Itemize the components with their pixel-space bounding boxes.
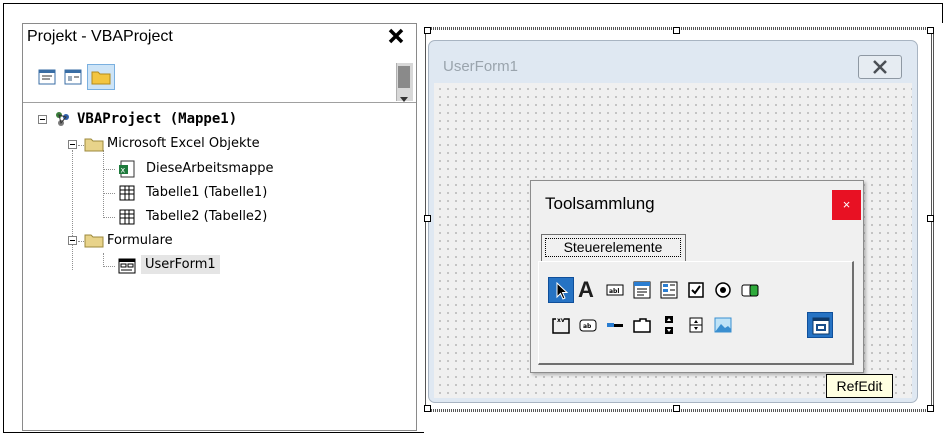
userform-close-button[interactable] bbox=[858, 55, 902, 79]
pointer-icon bbox=[556, 281, 569, 300]
scrollbar-thumb[interactable] bbox=[398, 66, 410, 88]
label-tool[interactable]: A bbox=[575, 277, 601, 303]
image-icon bbox=[714, 317, 732, 333]
project-explorer-title: Projekt - VBAProject bbox=[27, 28, 173, 45]
textbox-icon: abl bbox=[606, 284, 624, 296]
close-icon bbox=[388, 28, 404, 44]
checkbox-icon bbox=[688, 282, 704, 298]
toggle-folders-button[interactable] bbox=[87, 64, 115, 90]
tree-item-tabelle2[interactable]: Tabelle2 (Tabelle2) bbox=[146, 209, 267, 224]
tree-root-label[interactable]: VBAProject (Mappe1) bbox=[77, 111, 237, 127]
tab-label: Steuerelemente bbox=[545, 238, 681, 257]
workbook-icon: x bbox=[118, 160, 136, 178]
project-explorer-close-button[interactable] bbox=[383, 26, 409, 52]
combobox-tool[interactable] bbox=[629, 277, 655, 303]
togglebutton-tool[interactable] bbox=[737, 277, 763, 303]
multipage-icon bbox=[633, 318, 651, 333]
tree-item-userform1[interactable]: UserForm1 bbox=[141, 255, 220, 274]
tree-folder-excel-objects[interactable]: Microsoft Excel Objekte bbox=[107, 136, 260, 151]
userform-title: UserForm1 bbox=[443, 58, 519, 75]
frame-tool[interactable]: xv bbox=[548, 312, 574, 338]
tabstrip-icon bbox=[607, 323, 623, 327]
combobox-icon bbox=[633, 281, 651, 299]
tree-line bbox=[72, 150, 73, 270]
toolbar-separator bbox=[23, 102, 416, 103]
frame-icon: xv bbox=[552, 317, 570, 334]
togglebutton-icon bbox=[741, 284, 759, 297]
view-code-icon bbox=[38, 69, 56, 85]
spinbutton-tool[interactable] bbox=[683, 312, 709, 338]
toolbox-close-button[interactable]: × bbox=[832, 190, 861, 220]
refedit-tool[interactable] bbox=[807, 312, 833, 338]
refedit-icon bbox=[812, 317, 830, 335]
resize-handle[interactable] bbox=[424, 215, 431, 222]
close-icon: × bbox=[842, 197, 851, 212]
listbox-icon bbox=[660, 281, 678, 299]
listbox-tool[interactable] bbox=[656, 277, 682, 303]
tree-collapse-toggle[interactable] bbox=[38, 115, 47, 124]
tree-item-diesearbeitsmappe[interactable]: DieseArbeitsmappe bbox=[146, 161, 274, 176]
resize-handle[interactable] bbox=[927, 27, 934, 34]
view-code-button[interactable] bbox=[37, 67, 57, 87]
svg-text:abl: abl bbox=[609, 288, 619, 295]
svg-text:x: x bbox=[121, 166, 126, 175]
image-tool[interactable] bbox=[710, 312, 736, 338]
folder-icon bbox=[84, 136, 104, 152]
label-icon: A bbox=[578, 277, 594, 302]
multipage-tool[interactable] bbox=[629, 312, 655, 338]
scroll-down-arrow-icon[interactable] bbox=[398, 90, 410, 102]
spinbutton-icon bbox=[689, 317, 703, 333]
resize-handle[interactable] bbox=[927, 405, 934, 412]
view-object-icon bbox=[64, 69, 82, 85]
folder-icon bbox=[91, 71, 111, 85]
resize-handle[interactable] bbox=[673, 405, 680, 412]
userform-icon bbox=[118, 257, 136, 275]
tree-folder-formulare[interactable]: Formulare bbox=[107, 233, 173, 248]
folder-icon bbox=[84, 232, 104, 248]
svg-text:ab: ab bbox=[583, 323, 592, 330]
resize-handle[interactable] bbox=[927, 215, 934, 222]
pointer-tool[interactable] bbox=[548, 277, 574, 303]
worksheet-icon bbox=[118, 184, 136, 202]
tree-item-tabelle1[interactable]: Tabelle1 (Tabelle1) bbox=[146, 185, 267, 200]
worksheet-icon bbox=[118, 208, 136, 226]
commandbutton-icon: ab bbox=[579, 319, 597, 332]
checkbox-tool[interactable] bbox=[683, 277, 709, 303]
tree-collapse-toggle[interactable] bbox=[68, 140, 77, 149]
resize-handle[interactable] bbox=[424, 405, 431, 412]
close-icon bbox=[873, 60, 887, 74]
tabstrip-tool[interactable] bbox=[602, 312, 628, 338]
optionbutton-icon bbox=[715, 282, 731, 298]
textbox-tool[interactable]: abl bbox=[602, 277, 628, 303]
resize-handle[interactable] bbox=[673, 27, 680, 34]
svg-text:xv: xv bbox=[557, 317, 565, 324]
view-object-button[interactable] bbox=[63, 67, 83, 87]
resize-handle[interactable] bbox=[424, 27, 431, 34]
tree-collapse-toggle[interactable] bbox=[68, 236, 77, 245]
refedit-tooltip: RefEdit bbox=[826, 374, 893, 398]
toolbox-title: Toolsammlung bbox=[545, 194, 655, 213]
optionbutton-tool[interactable] bbox=[710, 277, 736, 303]
vbaproject-icon bbox=[53, 109, 73, 129]
scrollbar-icon bbox=[665, 316, 673, 334]
commandbutton-tool[interactable]: ab bbox=[575, 312, 601, 338]
tree-line bbox=[103, 150, 104, 218]
scrollbar-tool[interactable] bbox=[656, 312, 682, 338]
